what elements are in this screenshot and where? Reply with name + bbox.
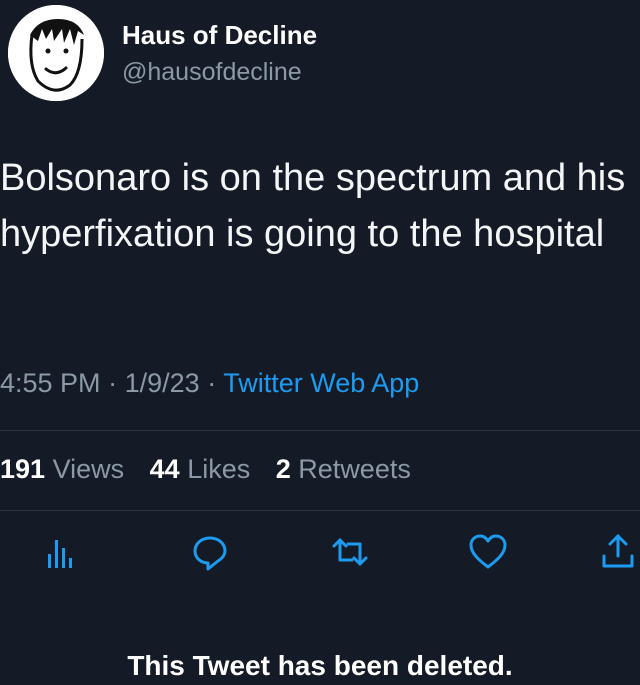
deleted-caption: This Tweet has been deleted. xyxy=(127,650,513,681)
display-name[interactable]: Haus of Decline xyxy=(122,20,317,51)
avatar-drawing-icon xyxy=(8,5,104,101)
views-stat[interactable]: 191 Views xyxy=(0,454,132,484)
tweet-stats: 191 Views 44 Likes 2 Retweets xyxy=(0,454,429,485)
user-handle[interactable]: @hausofdecline xyxy=(122,58,302,87)
retweets-label: Retweets xyxy=(298,454,411,484)
tweet-text: Bolsonaro is on the spectrum and his hyp… xyxy=(0,157,626,255)
meta-separator: · xyxy=(108,368,118,398)
tweet-time[interactable]: 4:55 PM xyxy=(0,368,101,398)
divider xyxy=(0,510,640,511)
likes-stat[interactable]: 44 Likes xyxy=(150,454,258,484)
likes-count: 44 xyxy=(149,454,180,484)
analytics-icon[interactable] xyxy=(38,530,82,574)
views-label: Views xyxy=(52,454,125,484)
tweet-source[interactable]: Twitter Web App xyxy=(223,368,419,398)
likes-label: Likes xyxy=(187,454,251,484)
tweet-meta: 4:55 PM · 1/9/23 · Twitter Web App xyxy=(0,368,419,399)
divider xyxy=(0,430,640,431)
like-icon[interactable] xyxy=(466,530,510,574)
retweet-icon[interactable] xyxy=(328,530,372,574)
share-icon[interactable] xyxy=(596,530,640,574)
tweet-date[interactable]: 1/9/23 xyxy=(125,368,200,398)
retweets-stat[interactable]: 2 Retweets xyxy=(276,454,411,484)
tweet-header: Haus of Decline @hausofdecline xyxy=(0,0,640,110)
meta-separator: · xyxy=(207,368,217,398)
retweets-count: 2 xyxy=(275,454,291,484)
views-count: 191 xyxy=(0,454,46,484)
action-bar xyxy=(0,530,640,574)
avatar[interactable] xyxy=(8,5,104,101)
reply-icon[interactable] xyxy=(188,530,232,574)
